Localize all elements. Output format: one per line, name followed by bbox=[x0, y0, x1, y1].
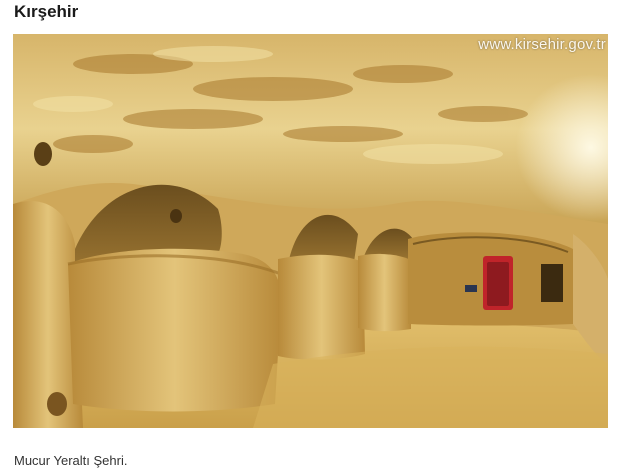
tunnel-illustration bbox=[13, 34, 608, 428]
page-title: Kırşehir bbox=[14, 2, 79, 21]
website-watermark: www.kirsehir.gov.tr bbox=[478, 36, 606, 53]
photo-caption: Mucur Yeraltı Şehri. bbox=[14, 453, 128, 468]
underground-city-photo: www.kirsehir.gov.tr bbox=[13, 34, 608, 428]
